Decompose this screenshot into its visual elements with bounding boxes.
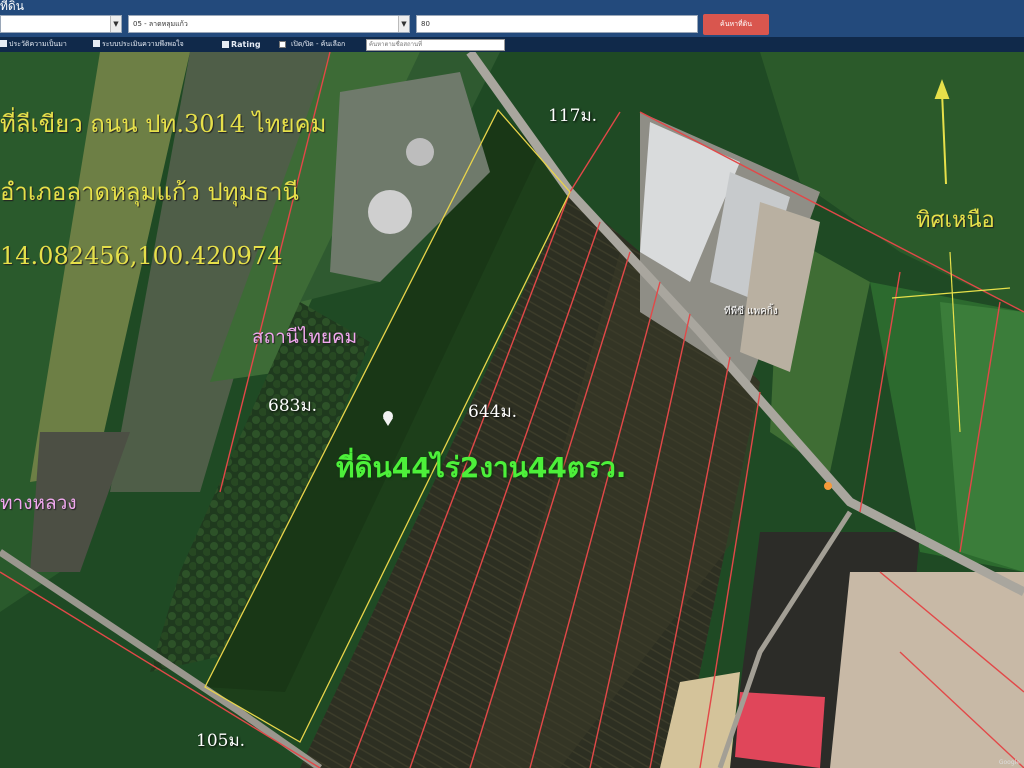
parcel-number-value: 80 [421,20,430,28]
toggle-checkbox[interactable] [279,41,286,48]
toolbar: ประวัติความเป็นมา ระบบประเมินความพึงพอใจ… [0,37,1024,52]
factory-label: ทีพีซี แพคกิ้ง [724,306,778,317]
poi-marker-icon [824,482,832,490]
toolbar-rating-label: Rating [231,40,261,49]
toolbar-survey[interactable]: ระบบประเมินความพึงพอใจ [93,37,184,52]
toolbar-history-label: ประวัติความเป็นมา [9,40,67,48]
toolbar-rating[interactable]: Rating [222,37,261,52]
front-measurement: 117ม. [548,106,598,126]
chevron-down-icon: ▼ [398,16,409,32]
checkbox-icon [0,40,7,47]
parcel-number-input[interactable]: 80 [416,15,698,33]
document-icon [93,40,100,47]
place-search-input[interactable]: ค้นหาตามชื่อสถานที่ [366,39,505,51]
district-select-value: 05 - ลาดหลุมแก้ว [133,20,188,28]
right-side-measurement: 644ม. [468,402,518,422]
satellite-map[interactable]: ที่ลีเขียว ถนน ปท.3014 ไทยคม อำเภอลาดหลุ… [0,52,1024,768]
star-icon [222,41,229,48]
north-label: ทิศเหนือ [916,208,995,233]
toolbar-toggle-label: เปิด/ปิด - ค้นเลือก [291,40,346,48]
chevron-down-icon: ▼ [110,16,121,32]
map-copyright: Google [998,759,1020,766]
station-label: สถานีไทยคม [252,326,358,348]
top-search-bar: ที่ดิน ▼ 05 - ลาดหลุมแก้ว ▼ 80 ค้นหาที่ด… [0,0,1024,37]
land-size-label: ที่ดิน44ไร่2งาน44ตรว. [336,451,627,484]
district-select[interactable]: 05 - ลาดหลุมแก้ว ▼ [128,15,410,33]
location-line1: ที่ลีเขียว ถนน ปท.3014 ไทยคม [0,110,327,138]
bottom-measurement: 105ม. [196,731,246,751]
search-button[interactable]: ค้นหาที่ดิน [703,14,769,35]
toolbar-toggle-search[interactable]: เปิด/ปิด - ค้นเลือก [291,37,345,52]
toolbar-history[interactable]: ประวัติความเป็นมา [0,37,67,52]
left-side-measurement: 683ม. [268,396,318,416]
road-label: ทางหลวง [0,492,77,514]
province-select[interactable]: ▼ [0,15,122,33]
toolbar-survey-label: ระบบประเมินความพึงพอใจ [102,40,184,48]
app-title: ที่ดิน [0,0,24,13]
coordinates-label: 14.082456,100.420974 [0,242,283,270]
location-line2: อำเภอลาดหลุมแก้ว ปทุมธานี [0,178,299,206]
